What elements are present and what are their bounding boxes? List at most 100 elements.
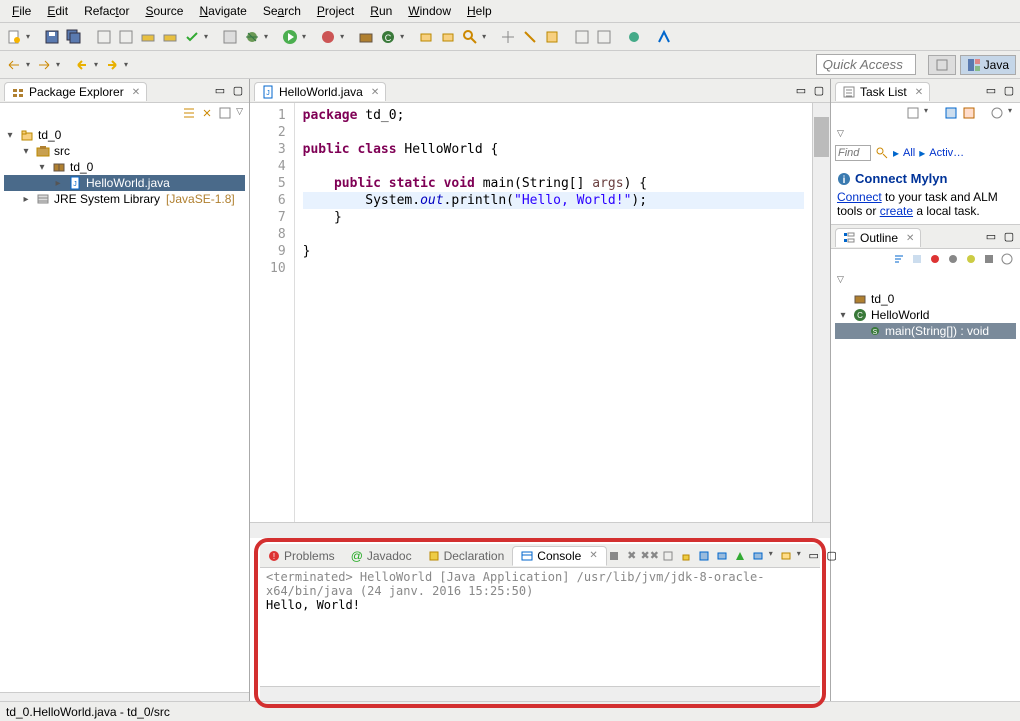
save-button[interactable] [42, 27, 62, 47]
console-tab[interactable]: Console✕ [512, 546, 606, 566]
search-button[interactable] [460, 27, 480, 47]
menu-edit[interactable]: Edit [39, 2, 76, 20]
editor-tab[interactable]: J HelloWorld.java ✕ [254, 82, 386, 101]
minimize-button[interactable]: ▭ [794, 84, 808, 98]
maximize-button[interactable]: ▢ [1002, 84, 1016, 98]
new-console-icon[interactable] [779, 549, 793, 563]
tb-icon-10[interactable] [520, 27, 540, 47]
tb-icon-12[interactable] [572, 27, 592, 47]
tb-icon-4[interactable] [160, 27, 180, 47]
outline-package-node[interactable]: td_0 [835, 291, 1016, 307]
view-menu-icon[interactable] [218, 106, 232, 120]
run-dropdown[interactable]: ▾ [300, 32, 308, 41]
project-node[interactable]: ▾ td_0 [4, 127, 245, 143]
close-icon[interactable]: ✕ [132, 87, 140, 98]
console-menu-icon[interactable] [751, 549, 765, 563]
display-selected-icon[interactable] [715, 549, 729, 563]
view-dropdown[interactable]: ▽ [236, 106, 243, 120]
open-console-icon[interactable] [733, 549, 747, 563]
menu-refactor[interactable]: Refactor [76, 2, 137, 20]
filter-icon-4[interactable] [964, 252, 978, 266]
minimize-button[interactable]: ▭ [213, 84, 227, 98]
categorized-icon[interactable] [944, 106, 958, 120]
new-dropdown[interactable]: ▾ [24, 32, 32, 41]
filter-icon-5[interactable] [982, 252, 996, 266]
view-dropdown[interactable]: ▽ [837, 274, 844, 284]
create-link[interactable]: create [880, 204, 913, 218]
menu-run[interactable]: Run [362, 2, 400, 20]
tb-icon-1[interactable] [94, 27, 114, 47]
package-explorer-tab[interactable]: Package Explorer ✕ [4, 82, 147, 101]
tb-icon-9[interactable] [498, 27, 518, 47]
focus-outline-icon[interactable] [1000, 252, 1014, 266]
java-perspective-button[interactable]: Java [960, 55, 1016, 75]
run-button[interactable] [280, 27, 300, 47]
tb-icon-13[interactable] [594, 27, 614, 47]
tb-icon-2[interactable] [116, 27, 136, 47]
pin-console-icon[interactable] [697, 549, 711, 563]
maximize-button[interactable]: ▢ [1002, 230, 1016, 244]
minimize-button[interactable]: ▭ [984, 230, 998, 244]
filter-icon-2[interactable] [928, 252, 942, 266]
editor-body[interactable]: 12345678910 package td_0; public class H… [250, 103, 830, 522]
filter-icon-1[interactable] [910, 252, 924, 266]
scheduled-icon[interactable] [962, 106, 976, 120]
forward-button[interactable] [102, 55, 122, 75]
vertical-scrollbar[interactable] [812, 103, 830, 522]
code-area[interactable]: package td_0; public class HelloWorld { … [295, 103, 812, 522]
jre-library-node[interactable]: ▸ JRE System Library [JavaSE-1.8] [4, 191, 245, 207]
src-folder-node[interactable]: ▾ src [4, 143, 245, 159]
tb-icon-11[interactable] [542, 27, 562, 47]
task-list-tab[interactable]: Task List ✕ [835, 82, 930, 101]
save-all-button[interactable] [64, 27, 84, 47]
outline-tab[interactable]: Outline ✕ [835, 228, 921, 247]
problems-tab[interactable]: !Problems [260, 547, 343, 565]
new-task-icon[interactable] [906, 106, 920, 120]
nav-icon-1[interactable] [4, 55, 24, 75]
open-perspective-button[interactable] [928, 55, 956, 75]
quick-access-input[interactable] [816, 54, 916, 75]
new-button[interactable] [4, 27, 24, 47]
maximize-button[interactable]: ▢ [231, 84, 245, 98]
tb-icon-8[interactable] [438, 27, 458, 47]
close-icon[interactable]: ✕ [915, 87, 923, 98]
javadoc-tab[interactable]: @Javadoc [343, 547, 420, 565]
nav-icon-2[interactable] [34, 55, 54, 75]
find-input[interactable] [835, 145, 871, 161]
clear-console-icon[interactable] [661, 549, 675, 563]
menu-file[interactable]: File [4, 2, 39, 20]
menu-source[interactable]: Source [137, 2, 191, 20]
menu-project[interactable]: Project [309, 2, 362, 20]
open-type-button[interactable] [416, 27, 436, 47]
tb-icon-15[interactable] [654, 27, 674, 47]
minimize-button[interactable]: ▭ [984, 84, 998, 98]
all-link[interactable]: All [903, 147, 915, 159]
back-button[interactable] [72, 55, 92, 75]
tb-icon-5[interactable] [182, 27, 202, 47]
menu-navigate[interactable]: Navigate [191, 2, 254, 20]
console-hscroll[interactable] [260, 686, 820, 702]
close-icon[interactable]: ✕ [371, 87, 379, 98]
maximize-button[interactable]: ▢ [825, 549, 839, 563]
close-icon[interactable]: ✕ [589, 550, 597, 561]
remove-launch-icon[interactable]: ✖ [625, 549, 639, 563]
menu-help[interactable]: Help [459, 2, 500, 20]
connect-link[interactable]: Connect [837, 190, 882, 204]
link-editor-icon[interactable] [200, 106, 214, 120]
new-package-button[interactable] [356, 27, 376, 47]
find-icon[interactable] [875, 146, 889, 160]
menu-window[interactable]: Window [400, 2, 459, 20]
menu-search[interactable]: Search [255, 2, 309, 20]
debug-button[interactable] [242, 27, 262, 47]
view-dropdown[interactable]: ▽ [837, 128, 844, 138]
filter-icon-3[interactable] [946, 252, 960, 266]
terminate-icon[interactable] [607, 549, 621, 563]
package-node[interactable]: ▾ td_0 [4, 159, 245, 175]
tb-icon-14[interactable] [624, 27, 644, 47]
scroll-lock-icon[interactable] [679, 549, 693, 563]
tb-icon-6[interactable] [220, 27, 240, 47]
activate-link[interactable]: Activ… [929, 147, 964, 159]
new-class-button[interactable]: C [378, 27, 398, 47]
console-output[interactable]: <terminated> HelloWorld [Java Applicatio… [260, 568, 820, 686]
sort-icon[interactable] [892, 252, 906, 266]
